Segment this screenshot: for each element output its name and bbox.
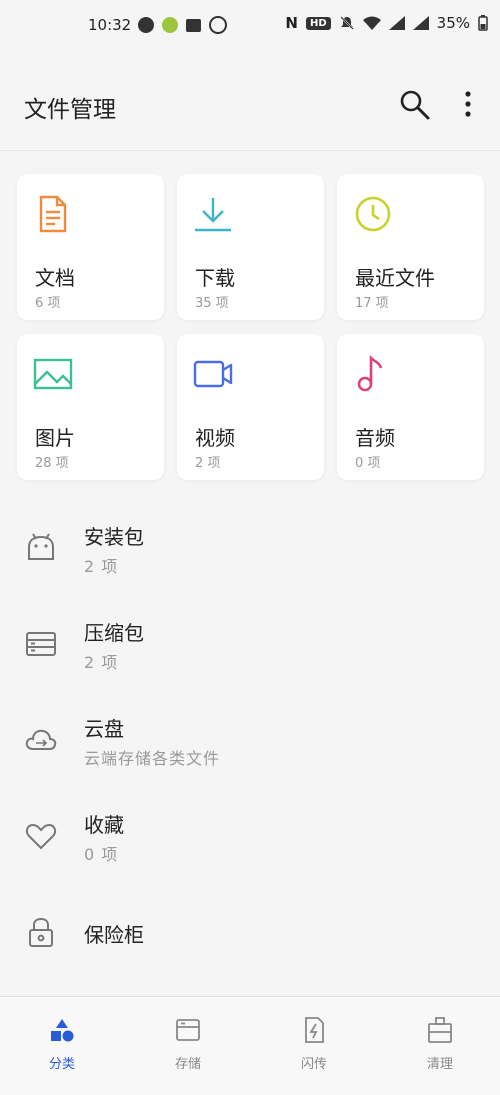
list-item-subtitle: 2 项	[84, 557, 119, 576]
tab-label: 分类	[48, 1057, 75, 1072]
list-item-favorites[interactable]: 收藏 0 项	[0, 783, 500, 879]
mute-icon	[339, 16, 354, 30]
notification-icons	[138, 16, 227, 34]
app-header: 文件管理	[0, 60, 500, 151]
storage-icon	[176, 1019, 200, 1041]
nfc-icon: N	[285, 14, 298, 32]
search-icon[interactable]	[398, 88, 432, 122]
more-icon[interactable]	[458, 90, 478, 120]
list-item-title: 云盘	[84, 717, 124, 741]
category-name: 文档	[35, 266, 75, 290]
cloud-icon	[25, 729, 57, 750]
signal-icon	[388, 16, 405, 30]
list-item-apk[interactable]: 安装包 2 项	[0, 495, 500, 591]
wifi-icon	[362, 16, 381, 30]
list-item-subtitle: 2 项	[84, 653, 119, 672]
category-name: 音频	[355, 426, 395, 450]
document-icon	[39, 195, 67, 233]
tab-label: 存储	[174, 1057, 201, 1072]
clock-icon	[355, 196, 391, 232]
category-card-images[interactable]: 图片 28 项	[17, 334, 164, 480]
list-item-subtitle: 云端存储各类文件	[84, 749, 221, 768]
tab-category[interactable]: 分类	[22, 1015, 102, 1072]
category-card-recent[interactable]: 最近文件 17 项	[337, 174, 484, 320]
category-name: 视频	[195, 426, 235, 450]
category-card-documents[interactable]: 文档 6 项	[17, 174, 164, 320]
archive-icon	[26, 632, 56, 656]
page-title: 文件管理	[24, 97, 116, 123]
list-item-title: 压缩包	[84, 621, 144, 645]
tab-storage[interactable]: 存储	[148, 1015, 228, 1072]
category-name: 下载	[195, 266, 235, 290]
video-icon	[193, 360, 233, 388]
clean-icon	[428, 1017, 452, 1043]
tab-clean[interactable]: 清理	[400, 1015, 480, 1072]
category-count: 0 项	[355, 456, 381, 471]
list-item-title: 保险柜	[84, 923, 144, 947]
category-card-downloads[interactable]: 下载 35 项	[177, 174, 324, 320]
category-card-videos[interactable]: 视频 2 项	[177, 334, 324, 480]
app-notification-icon	[138, 17, 154, 33]
list-item-cloud[interactable]: 云盘 云端存储各类文件	[0, 687, 500, 783]
android-icon	[28, 533, 54, 560]
category-card-audio[interactable]: 音频 0 项	[337, 334, 484, 480]
hd-badge: HD	[305, 16, 331, 30]
tab-label: 清理	[426, 1057, 453, 1072]
battery-percent: 35%	[436, 14, 470, 32]
list-item-safe[interactable]: 保险柜	[0, 879, 500, 975]
image-notification-icon	[186, 18, 201, 32]
category-count: 28 项	[35, 456, 69, 471]
category-count: 6 项	[35, 296, 61, 311]
list-item-archive[interactable]: 压缩包 2 项	[0, 591, 500, 687]
location-icon	[209, 16, 227, 34]
status-time: 10:32	[88, 16, 132, 34]
category-name: 图片	[35, 426, 75, 450]
download-icon	[195, 198, 231, 232]
app-notification-icon	[162, 17, 178, 33]
tab-label: 闪传	[300, 1057, 327, 1072]
category-count: 35 项	[195, 296, 229, 311]
tab-flash-transfer[interactable]: 闪传	[274, 1015, 354, 1072]
category-count: 2 项	[195, 456, 221, 471]
category-icon	[51, 1019, 74, 1042]
category-name: 最近文件	[355, 266, 435, 290]
list-item-subtitle: 0 项	[84, 845, 119, 864]
heart-icon	[25, 823, 57, 850]
battery-icon	[478, 15, 488, 31]
list-item-title: 收藏	[84, 813, 124, 837]
bottom-nav: 分类 存储 闪传 清理	[0, 996, 500, 1095]
signal-icon	[412, 16, 429, 30]
flash-transfer-icon	[305, 1017, 324, 1043]
category-count: 17 项	[355, 296, 389, 311]
lock-icon	[29, 917, 53, 947]
list-item-title: 安装包	[84, 525, 144, 549]
status-bar: 10:32 N HD 35%	[0, 0, 500, 52]
system-icons: N HD 35%	[285, 14, 488, 32]
music-icon	[357, 354, 383, 392]
image-icon	[33, 358, 73, 390]
